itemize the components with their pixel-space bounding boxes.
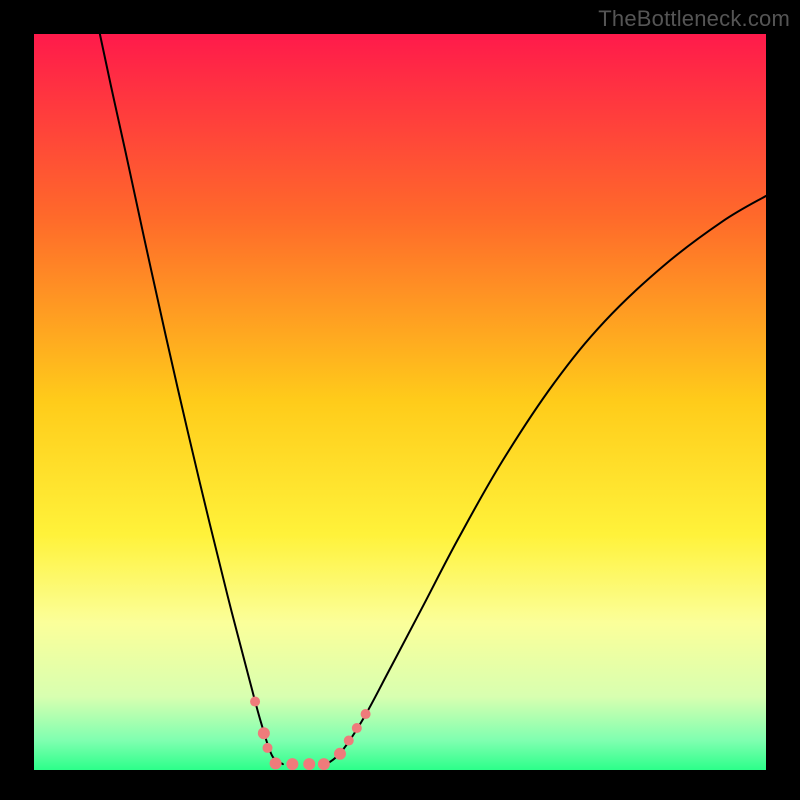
marker-dot-1 [258,727,270,739]
marker-dot-8 [344,736,354,746]
gradient-background [34,34,766,770]
marker-dot-6 [318,758,330,770]
bottleneck-curve-chart [34,34,766,770]
marker-dot-3 [270,757,282,769]
watermark-text: TheBottleneck.com [598,6,790,32]
marker-dot-0 [250,697,260,707]
marker-dot-2 [263,743,273,753]
marker-dot-10 [361,709,371,719]
marker-dot-4 [286,758,298,770]
marker-dot-9 [352,723,362,733]
marker-dot-5 [303,758,315,770]
marker-dot-7 [334,748,346,760]
chart-frame: TheBottleneck.com [0,0,800,800]
plot-area [34,34,766,770]
